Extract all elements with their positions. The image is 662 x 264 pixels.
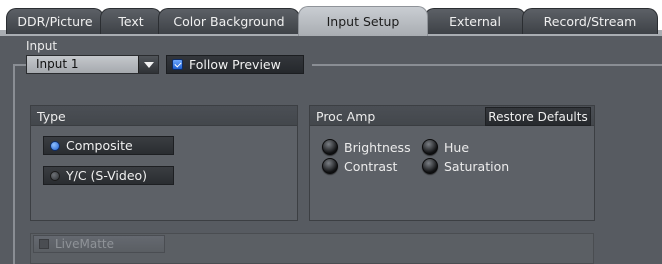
frame-divider [13, 64, 27, 66]
tab-label: Input Setup [326, 14, 400, 29]
type-yc-svideo-option[interactable]: Y/C (S-Video) [43, 166, 174, 185]
brightness-control[interactable]: Brightness [322, 139, 411, 155]
knob-icon[interactable] [422, 158, 438, 174]
frame-divider [312, 64, 662, 66]
tab-text[interactable]: Text [100, 8, 162, 34]
hue-control[interactable]: Hue [422, 139, 469, 155]
type-group-header: Type [31, 106, 297, 126]
brightness-label: Brightness [344, 139, 411, 155]
restore-defaults-button[interactable]: Restore Defaults [485, 107, 591, 126]
frame-divider [13, 64, 15, 264]
input-section-label: Input [26, 39, 58, 53]
tab-label: Record/Stream [543, 14, 637, 29]
app-window: DDR/Picture Text Color Background Input … [0, 0, 662, 264]
saturation-control[interactable]: Saturation [422, 158, 509, 174]
chevron-down-icon[interactable] [138, 56, 158, 73]
knob-icon[interactable] [322, 139, 338, 155]
tab-color-background[interactable]: Color Background [158, 8, 300, 34]
radio-unselected-icon [50, 170, 60, 181]
tab-bar: DDR/Picture Text Color Background Input … [0, 0, 662, 36]
contrast-control[interactable]: Contrast [322, 158, 397, 174]
livematte-label: LiveMatte [55, 237, 115, 251]
saturation-label: Saturation [444, 158, 510, 174]
follow-preview-toggle[interactable]: Follow Preview [166, 55, 304, 74]
tab-label: Text [118, 14, 144, 29]
tab-label: External [449, 14, 501, 29]
livematte-toggle[interactable]: LiveMatte [33, 235, 165, 253]
proc-amp-group: Proc Amp Restore Defaults Brightness Hue… [309, 105, 595, 221]
type-composite-option[interactable]: Composite [43, 136, 174, 155]
tab-label: DDR/Picture [17, 14, 93, 29]
type-option-label: Y/C (S-Video) [66, 168, 148, 183]
tab-ddr-picture[interactable]: DDR/Picture [6, 8, 104, 34]
input-select-value: Input 1 [27, 56, 138, 73]
tab-input-setup[interactable]: Input Setup [298, 6, 428, 36]
tab-record-stream[interactable]: Record/Stream [522, 8, 658, 34]
checkbox-unchecked-icon [39, 239, 49, 249]
radio-selected-icon [50, 140, 60, 151]
type-group: Type Composite Y/C (S-Video) [30, 105, 298, 221]
type-option-label: Composite [66, 138, 133, 153]
knob-icon[interactable] [322, 158, 338, 174]
tab-label: Color Background [173, 14, 285, 29]
contrast-label: Contrast [344, 158, 398, 174]
knob-icon[interactable] [422, 139, 438, 155]
input-select[interactable]: Input 1 [26, 55, 159, 74]
hue-label: Hue [444, 139, 470, 155]
tab-external[interactable]: External [424, 8, 526, 34]
follow-preview-label: Follow Preview [189, 57, 281, 72]
proc-amp-header: Proc Amp Restore Defaults [310, 106, 594, 126]
proc-amp-title: Proc Amp [316, 109, 376, 124]
type-group-title: Type [37, 109, 66, 124]
checkbox-checked-icon [172, 59, 183, 70]
